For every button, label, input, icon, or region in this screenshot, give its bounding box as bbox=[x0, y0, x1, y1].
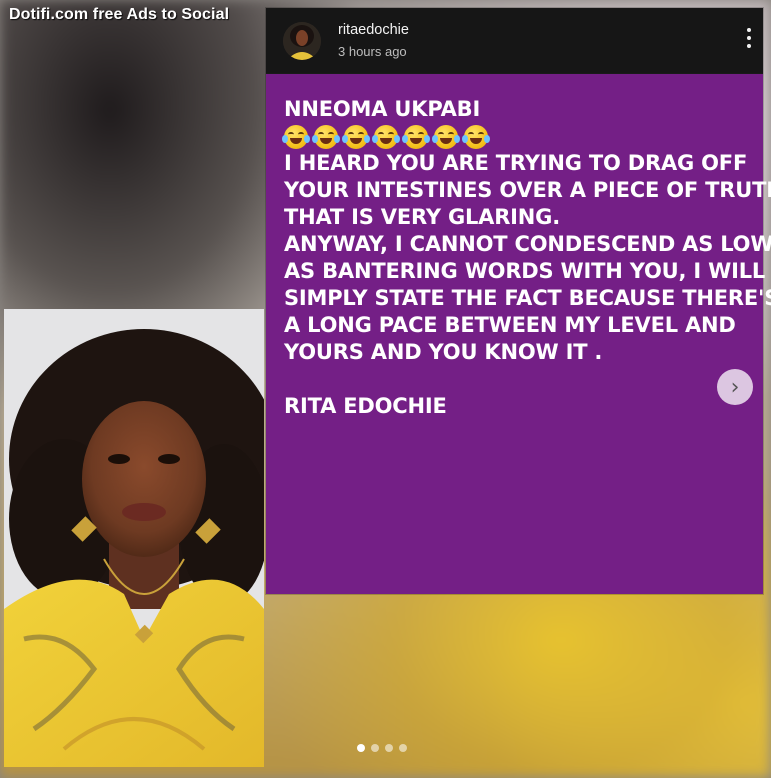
face-with-tears-of-joy-icon bbox=[312, 124, 340, 149]
emoji-mouth bbox=[440, 137, 452, 144]
post-line-8: YOURS AND YOU KNOW IT . bbox=[284, 340, 603, 364]
chevron-right-icon[interactable]: › bbox=[717, 369, 753, 405]
more-vertical-icon[interactable] bbox=[741, 26, 757, 56]
emoji-tearr bbox=[304, 134, 310, 143]
emoji-tearl bbox=[342, 134, 348, 143]
emoji-mouth bbox=[410, 137, 422, 144]
watermark-text: Dotifi.com free Ads to Social bbox=[9, 6, 230, 23]
emoji-mouth bbox=[350, 137, 362, 144]
face-with-tears-of-joy-icon bbox=[402, 124, 430, 149]
post-line-3: THAT IS VERY GLARING. bbox=[284, 205, 560, 229]
face-with-tears-of-joy-icon bbox=[462, 124, 490, 149]
emoji-tearr bbox=[424, 134, 430, 143]
post-header: ritaedochie 3 hours ago bbox=[266, 8, 763, 73]
post-line-6: SIMPLY STATE THE FACT BECAUSE THERE'S bbox=[284, 286, 771, 310]
post-heading: NNEOMA UKPABI bbox=[284, 97, 481, 121]
face-with-tears-of-joy-icon bbox=[432, 124, 460, 149]
emoji-tearl bbox=[282, 134, 288, 143]
emoji-mouth bbox=[320, 137, 332, 144]
avatar-image bbox=[283, 22, 321, 60]
emoji-tearl bbox=[312, 134, 318, 143]
instagram-post-card: ritaedochie 3 hours ago NNEOMA UKPABI I … bbox=[266, 8, 771, 594]
portrait-illustration bbox=[4, 309, 264, 767]
face-with-tears-of-joy-icon bbox=[372, 124, 400, 149]
portrait-photo bbox=[4, 309, 264, 767]
emoji-mouth bbox=[380, 137, 392, 144]
post-username[interactable]: ritaedochie bbox=[338, 22, 409, 38]
emoji-mouth bbox=[290, 137, 302, 144]
carousel-dot[interactable] bbox=[385, 744, 393, 752]
emoji-tearr bbox=[394, 134, 400, 143]
emoji-mouth bbox=[470, 137, 482, 144]
avatar[interactable] bbox=[283, 22, 321, 60]
face-with-tears-of-joy-icon bbox=[282, 124, 310, 149]
emoji-tearl bbox=[402, 134, 408, 143]
post-line-4: ANYWAY, I CANNOT CONDESCEND AS LOW bbox=[284, 232, 771, 256]
face-with-tears-of-joy-icon bbox=[342, 124, 370, 149]
dot-1 bbox=[747, 28, 751, 32]
post-signature: RITA EDOCHIE bbox=[284, 394, 447, 418]
emoji-tearr bbox=[484, 134, 490, 143]
post-line-1: I HEARD YOU ARE TRYING TO DRAG OFF bbox=[284, 151, 748, 175]
emoji-tearr bbox=[364, 134, 370, 143]
emoji-tearr bbox=[454, 134, 460, 143]
post-line-2: YOUR INTESTINES OVER A PIECE OF TRUTH bbox=[284, 178, 771, 202]
emoji-tearl bbox=[462, 134, 468, 143]
emoji-row bbox=[282, 123, 754, 150]
carousel-dot[interactable] bbox=[371, 744, 379, 752]
dot-2 bbox=[747, 36, 751, 40]
emoji-tearr bbox=[334, 134, 340, 143]
post-text-block: NNEOMA UKPABI I HEARD YOU ARE TRYING TO … bbox=[282, 96, 771, 420]
post-timestamp: 3 hours ago bbox=[338, 44, 407, 59]
carousel-dots bbox=[357, 744, 407, 752]
dot-3 bbox=[747, 44, 751, 48]
emoji-tearl bbox=[432, 134, 438, 143]
post-line-5: AS BANTERING WORDS WITH YOU, I WILL bbox=[284, 259, 766, 283]
carousel-dot[interactable] bbox=[357, 744, 365, 752]
emoji-tearl bbox=[372, 134, 378, 143]
post-line-7: A LONG PACE BETWEEN MY LEVEL AND bbox=[284, 313, 736, 337]
carousel-dot[interactable] bbox=[399, 744, 407, 752]
